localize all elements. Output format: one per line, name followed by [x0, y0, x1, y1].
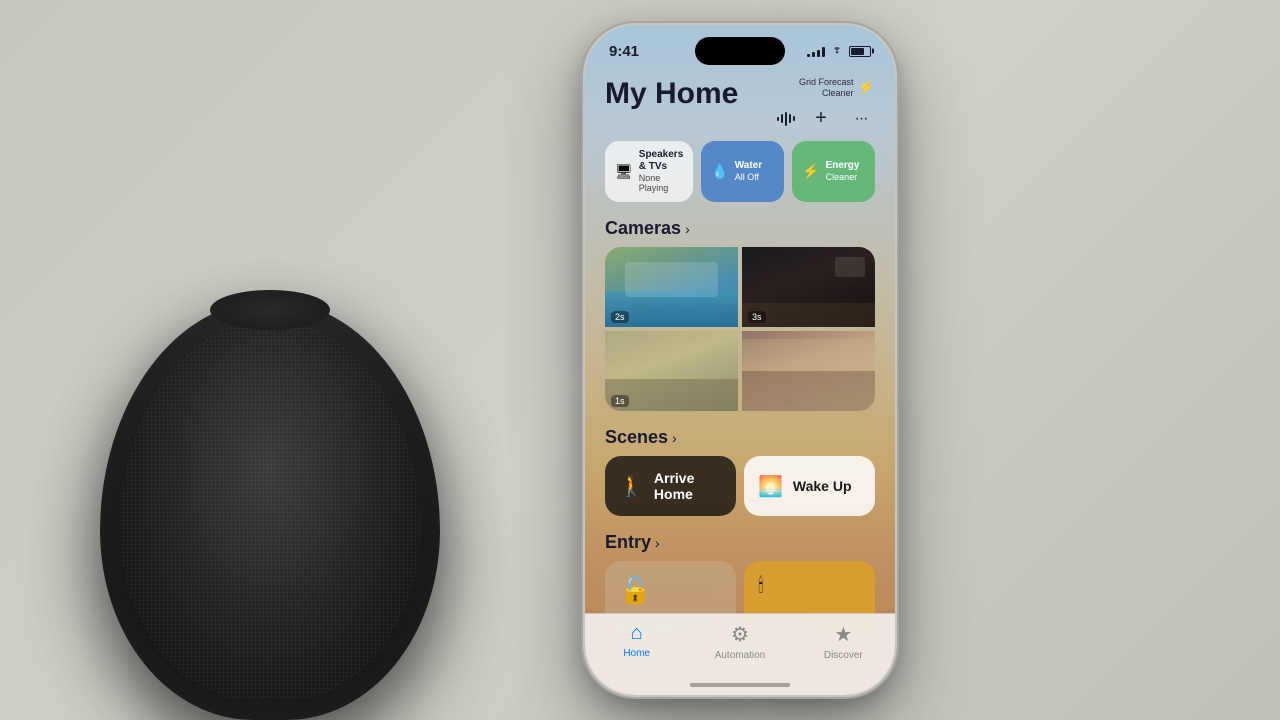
dynamic-island — [695, 37, 785, 65]
wf-bar-1 — [777, 117, 779, 121]
water-icon: 💧 — [711, 163, 728, 180]
homepod-body — [100, 300, 440, 720]
water-tile[interactable]: 💧 Water All Off — [701, 141, 784, 203]
entry-arrow-icon: › — [655, 535, 660, 551]
home-tab-label: Home — [623, 648, 650, 659]
discover-tab-icon: ★ — [834, 622, 852, 647]
automation-tab-icon: ⚙ — [731, 622, 749, 647]
camera-room[interactable]: 3s — [742, 247, 875, 327]
grid-forecast: Grid Forecast Cleaner ⚡ — [799, 77, 875, 99]
iphone-screen: 9:41 — [585, 25, 895, 695]
energy-text: Energy Cleaner — [826, 160, 865, 183]
homepod-top — [210, 290, 330, 330]
arrive-home-scene[interactable]: 🚶 Arrive Home — [605, 456, 736, 516]
camera-grid: 2s 3s 1s — [605, 247, 875, 411]
wf-bar-5 — [793, 116, 795, 121]
page-title: My Home — [605, 77, 738, 111]
energy-tile[interactable]: ⚡ Energy Cleaner — [792, 141, 875, 203]
wf-bar-2 — [781, 114, 783, 123]
water-text: Water All Off — [735, 160, 774, 183]
scenes-section-header[interactable]: Scenes › — [585, 423, 895, 456]
tab-home[interactable]: ⌂ Home — [585, 622, 688, 659]
wf-bar-3 — [785, 112, 787, 126]
speakers-text: Speakers & TVs None Playing — [639, 149, 683, 195]
homepod-device — [60, 60, 510, 720]
wifi-icon — [830, 44, 844, 58]
more-button[interactable]: ··· — [847, 105, 875, 133]
add-button[interactable]: + — [807, 105, 835, 133]
speakers-icon: 🖥 — [615, 163, 633, 180]
cameras-arrow-icon: › — [685, 221, 690, 237]
home-indicator — [690, 683, 790, 687]
camera-room-timer: 3s — [748, 311, 766, 323]
wake-up-scene[interactable]: 🌅 Wake Up — [744, 456, 875, 516]
sconces-icon: 🕯 — [758, 575, 764, 598]
front-door-icon: 🔓 — [619, 575, 722, 606]
status-time: 9:41 — [609, 43, 639, 60]
arrive-home-label: Arrive Home — [654, 470, 722, 502]
scenes-arrow-icon: › — [672, 430, 677, 446]
camera-patio[interactable]: 1s — [605, 331, 738, 411]
signal-bar-4 — [822, 47, 825, 57]
wake-up-label: Wake Up — [793, 478, 852, 494]
arrive-home-icon: 🚶 — [619, 474, 644, 499]
scenes-grid: 🚶 Arrive Home 🌅 Wake Up — [585, 456, 895, 528]
speakers-tile[interactable]: 🖥 Speakers & TVs None Playing — [605, 141, 693, 203]
wake-up-icon: 🌅 — [758, 474, 783, 499]
tab-automation[interactable]: ⚙ Automation — [688, 622, 791, 661]
automation-tab-label: Automation — [715, 650, 766, 661]
waveform-icon[interactable] — [777, 111, 795, 127]
camera-living[interactable] — [742, 331, 875, 411]
wf-bar-4 — [789, 114, 791, 123]
signal-bar-2 — [812, 52, 815, 57]
signal-bar-3 — [817, 50, 820, 57]
grid-forecast-text: Grid Forecast Cleaner — [799, 77, 854, 99]
camera-pool[interactable]: 2s — [605, 247, 738, 327]
tab-discover[interactable]: ★ Discover — [792, 622, 895, 661]
cameras-section-header[interactable]: Cameras › — [585, 214, 895, 247]
battery-fill — [851, 48, 864, 55]
iphone-container: 9:41 — [585, 25, 895, 695]
iphone-device: 9:41 — [585, 25, 895, 695]
status-icons — [807, 44, 871, 58]
entry-section-header[interactable]: Entry › — [585, 528, 895, 561]
camera-patio-timer: 1s — [611, 395, 629, 407]
quick-tiles-row: 🖥 Speakers & TVs None Playing 💧 Water Al… — [585, 141, 895, 215]
header-right: Grid Forecast Cleaner ⚡ — [777, 77, 875, 133]
lightning-icon: ⚡ — [858, 79, 875, 96]
battery-icon — [849, 46, 871, 57]
camera-pool-timer: 2s — [611, 311, 629, 323]
signal-bar-1 — [807, 54, 810, 57]
discover-tab-label: Discover — [824, 650, 863, 661]
signal-bars — [807, 45, 825, 57]
energy-icon: ⚡ — [802, 163, 819, 180]
home-tab-icon: ⌂ — [631, 622, 643, 645]
scroll-content[interactable]: My Home Grid Forecast Cleaner ⚡ — [585, 25, 895, 639]
